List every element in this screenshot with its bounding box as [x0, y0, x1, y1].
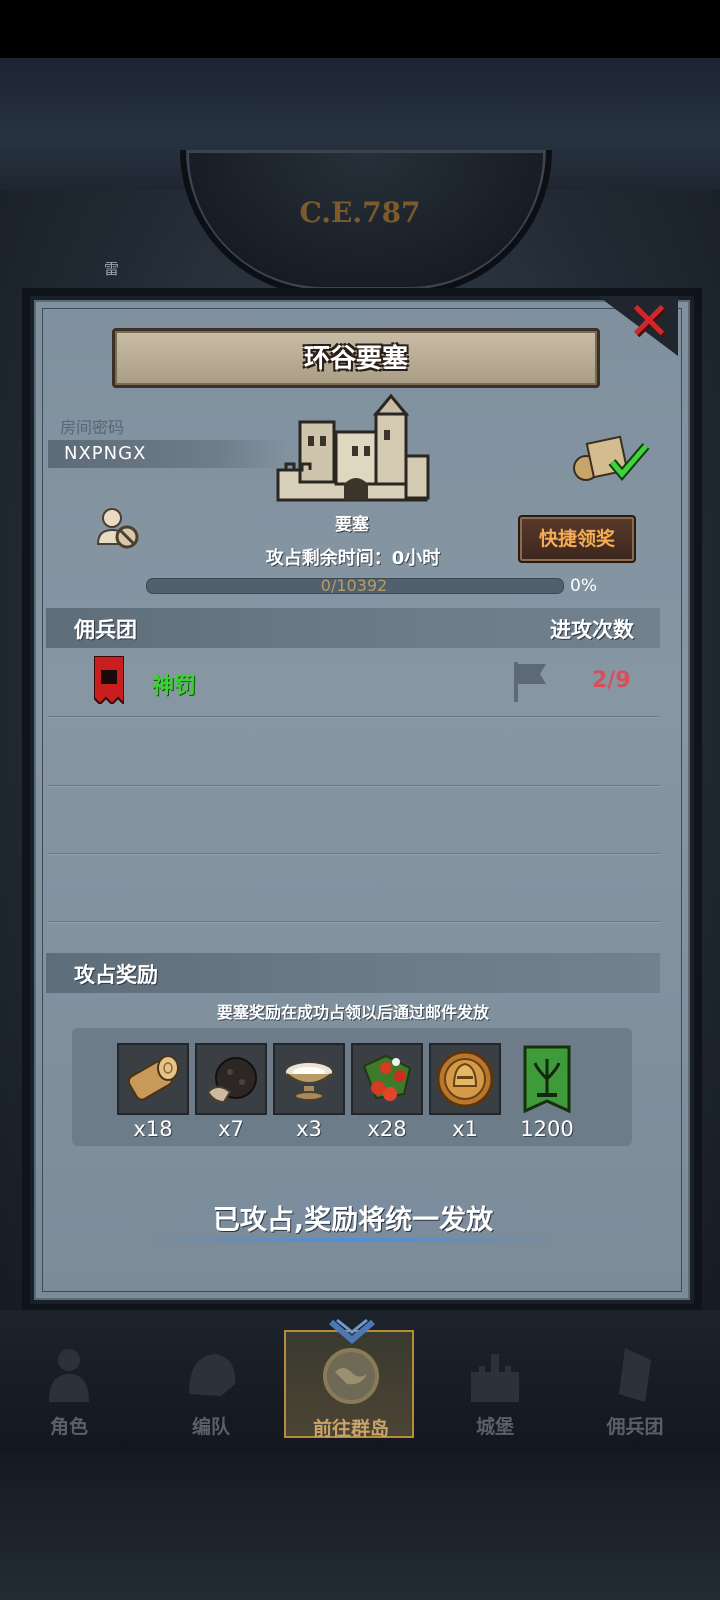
reward-qty: 1200 [520, 1117, 574, 1141]
background-side-label: 雷 [104, 260, 120, 278]
milk-bowl-icon [284, 1061, 334, 1101]
status-bar [0, 0, 720, 58]
wood-log-icon [127, 1055, 179, 1101]
loot-collected-icon[interactable] [572, 432, 652, 484]
claim-status-text: 已攻占,奖励将统一发放 [212, 1205, 494, 1236]
reward-qty: x28 [367, 1117, 407, 1141]
room-password-label: 房间密码 [60, 418, 125, 437]
close-icon[interactable]: ✕ [626, 296, 672, 348]
nav-item-formation[interactable]: 编队 [146, 1330, 276, 1438]
claim-status-underline [150, 1238, 560, 1242]
nav-item-character[interactable]: 角色 [4, 1330, 134, 1438]
castle-icon [471, 1354, 519, 1402]
reward-qty: x1 [452, 1117, 478, 1141]
capture-timer: 攻占剩余时间：0小时 [265, 548, 441, 569]
mercenary-header-right: 进攻次数 [550, 618, 634, 642]
fortress-label: 要塞 [335, 515, 369, 535]
nav-label: 前往群岛 [312, 1418, 389, 1440]
row-divider [48, 921, 660, 922]
guild-banner-icon [523, 1045, 571, 1113]
reward-qty: x18 [133, 1117, 173, 1141]
nav-item-castle[interactable]: 城堡 [430, 1330, 560, 1438]
berries-icon [362, 1054, 412, 1101]
truffle-icon [206, 1057, 257, 1104]
flag-icon [514, 662, 546, 702]
fortress-icon [276, 393, 430, 502]
reward-item[interactable]: x1 [429, 1043, 501, 1141]
capture-progress-text: 0/10392 [320, 576, 388, 595]
helmet-medal-icon [436, 1050, 494, 1108]
reward-note: 要塞奖励在成功占领以后通过邮件发放 [216, 1003, 489, 1022]
attack-count: 2/9 [592, 668, 631, 693]
mercenary-header-left: 佣兵团 [74, 618, 137, 642]
reward-header: 攻占奖励 [74, 963, 158, 987]
reward-item[interactable]: x3 [273, 1043, 345, 1141]
knight-icon [49, 1349, 89, 1402]
guild-name[interactable]: 神罚 [152, 668, 196, 700]
capture-progress-percent: 0% [570, 576, 597, 596]
nav-label: 角色 [49, 1416, 88, 1438]
room-password-value[interactable]: NXPNGX [64, 443, 146, 464]
row-divider [48, 853, 660, 854]
globe-compass-icon [323, 1348, 379, 1404]
nav-item-mercenary[interactable]: 佣兵团 [570, 1330, 700, 1438]
reward-qty: x3 [296, 1117, 322, 1141]
nav-label: 编队 [191, 1416, 230, 1438]
chevron-down-icon [329, 1318, 375, 1344]
row-divider [48, 785, 660, 786]
nav-label: 城堡 [475, 1416, 514, 1438]
nav-label: 佣兵团 [606, 1416, 664, 1438]
bottom-background [0, 1450, 720, 1600]
reward-item[interactable]: x28 [351, 1043, 423, 1141]
reward-item[interactable]: x7 [195, 1043, 267, 1141]
year-label: C.E.787 [299, 196, 421, 229]
row-divider [48, 716, 660, 717]
reward-item[interactable]: 1200 [511, 1043, 583, 1141]
reward-item[interactable]: x18 [117, 1043, 189, 1141]
flag-banner-icon [619, 1348, 651, 1402]
guild-banner-icon [94, 656, 124, 704]
helmet-icon [189, 1354, 236, 1396]
dialog-title: 环谷要塞 [303, 344, 408, 374]
reward-qty: x7 [218, 1117, 244, 1141]
